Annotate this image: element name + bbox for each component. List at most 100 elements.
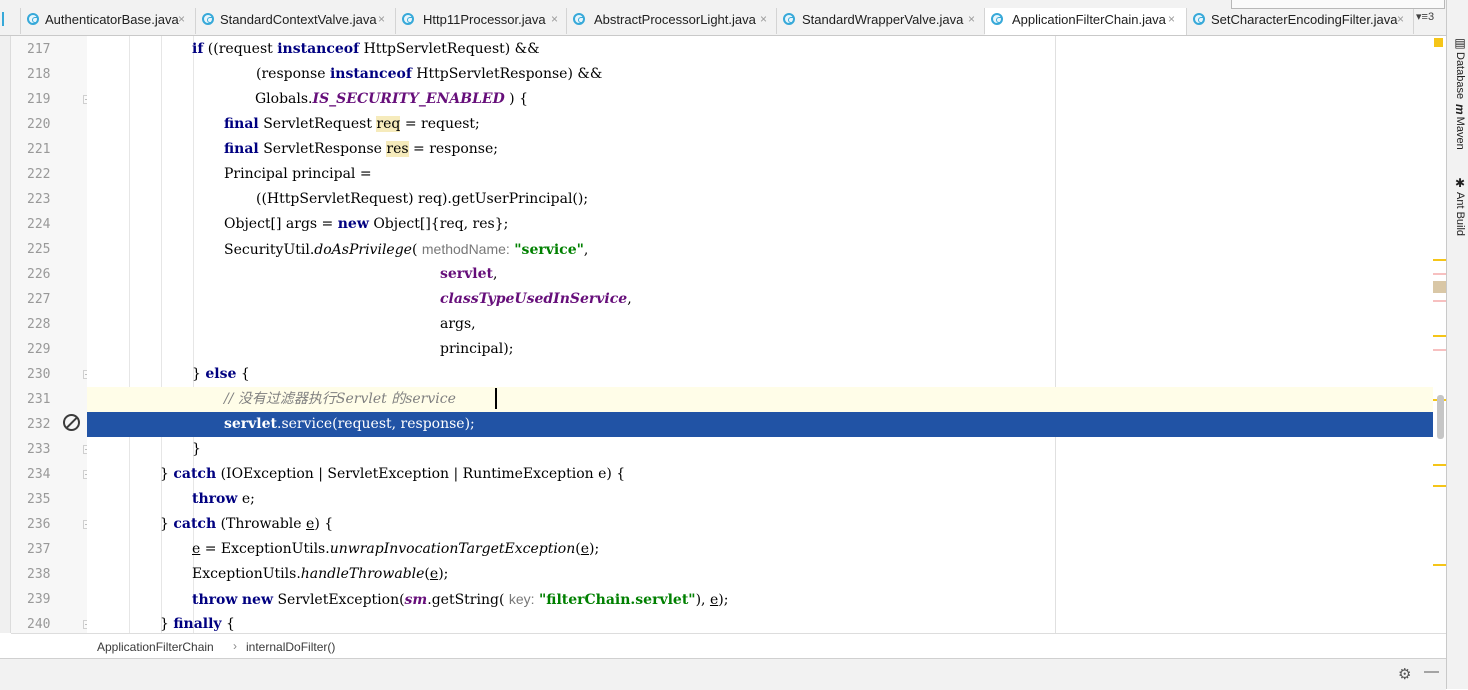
disabled-breakpoint-icon[interactable]: [63, 414, 80, 431]
code-line-237: e = ExceptionUtils.unwrapInvocationTarge…: [87, 537, 1433, 562]
usage-marker[interactable]: [1433, 349, 1446, 351]
code-text: ),: [695, 592, 710, 608]
breadcrumb-class[interactable]: ApplicationFilterChain: [97, 640, 214, 654]
comment: // 没有过滤器执行Servlet 的service: [224, 391, 456, 407]
code-line-224: Object[] args = new Object[]{req, res};: [87, 212, 1433, 237]
close-icon[interactable]: ×: [1397, 12, 1404, 26]
field-ref: servlet: [440, 266, 493, 282]
keyword: instanceof: [329, 66, 412, 82]
line-number: 222: [27, 167, 51, 182]
keyword: catch: [173, 516, 217, 532]
parameter-hint: methodName:: [421, 241, 510, 257]
code-editor[interactable]: if ((request instanceof HttpServletReque…: [87, 36, 1433, 633]
java-class-icon: [27, 13, 39, 25]
code-text: }: [160, 466, 174, 482]
warning-marker[interactable]: [1433, 259, 1446, 261]
code-text: .service(request, response);: [277, 416, 475, 432]
maven-tool-button[interactable]: mMaven: [1449, 104, 1467, 150]
code-text: ) {: [314, 516, 334, 532]
keyword: final: [224, 141, 259, 157]
line-number: 233: [27, 442, 51, 457]
java-class-icon: [202, 13, 214, 25]
tab-setcharacterencodingfilter[interactable]: SetCharacterEncodingFilter.java ×: [1187, 8, 1414, 34]
tab-label: AbstractProcessorLight.java: [594, 12, 756, 27]
scrollbar-thumb[interactable]: [1437, 395, 1444, 439]
usage-marker[interactable]: [1433, 281, 1446, 293]
highlighted-usage: res: [386, 141, 409, 157]
keyword: finally: [173, 616, 222, 632]
code-text: ExceptionUtils.: [192, 566, 301, 582]
usage-marker[interactable]: [1433, 273, 1446, 275]
code-text: ((HttpServletRequest) req).getUserPrinci…: [256, 191, 589, 207]
highlighted-usage: req: [376, 116, 401, 132]
code-line-230: } else {: [87, 362, 1433, 387]
line-number: 229: [27, 342, 51, 357]
code-text: }: [160, 616, 174, 632]
close-icon[interactable]: ×: [378, 12, 385, 26]
tool-window-bar: ⚙ —: [0, 658, 1446, 690]
close-icon[interactable]: ×: [1168, 12, 1175, 26]
line-number: 217: [27, 42, 51, 57]
database-icon: ▤: [1453, 36, 1467, 50]
line-number: 228: [27, 317, 51, 332]
code-text: ServletResponse: [258, 141, 387, 157]
code-text: (Throwable: [216, 516, 307, 532]
code-text: Globals.: [255, 91, 313, 107]
gear-icon[interactable]: ⚙: [1398, 665, 1411, 683]
tab-authenticatorbase[interactable]: AuthenticatorBase.java ×: [21, 8, 196, 34]
code-line-220: final ServletRequest req = request;: [87, 112, 1433, 137]
usage-marker[interactable]: [1433, 300, 1446, 302]
close-icon[interactable]: ×: [968, 12, 975, 26]
keyword: if: [192, 41, 204, 57]
parameter-hint: key:: [508, 591, 535, 607]
code-line-229: principal);: [87, 337, 1433, 362]
warning-marker[interactable]: [1433, 564, 1446, 566]
code-text: SecurityUtil.: [224, 242, 315, 258]
code-text: principal);: [440, 341, 514, 357]
line-number: 230: [27, 367, 51, 382]
ant-build-tool-button[interactable]: ✱ Ant Build: [1449, 176, 1467, 236]
code-text: }: [192, 441, 201, 457]
line-number: 235: [27, 492, 51, 507]
tab-standardwrappervalve[interactable]: StandardWrapperValve.java ×: [777, 8, 985, 34]
close-icon[interactable]: ×: [760, 12, 767, 26]
keyword: new: [241, 592, 274, 608]
database-tool-button[interactable]: ▤ Database: [1449, 36, 1467, 99]
code-text: Object[]{req, res};: [368, 216, 509, 232]
tab-overflow-icon[interactable]: ▾≡3: [1416, 10, 1434, 23]
warning-marker[interactable]: [1433, 335, 1446, 337]
code-text: ServletException(: [273, 592, 405, 608]
breadcrumb-method[interactable]: internalDoFilter(): [246, 640, 335, 654]
close-icon[interactable]: ×: [178, 12, 185, 26]
code-text: (: [411, 242, 422, 258]
code-text: = ExceptionUtils.: [200, 541, 330, 557]
code-text: = request;: [400, 116, 480, 132]
tab-label: SetCharacterEncodingFilter.java: [1211, 12, 1398, 27]
tab-http11processor[interactable]: Http11Processor.java ×: [396, 8, 567, 34]
search-popup-edge: [1231, 0, 1445, 9]
code-text: ,: [583, 242, 589, 258]
tab-partial[interactable]: [0, 8, 21, 34]
code-text: {: [221, 616, 235, 632]
line-number: 234: [27, 467, 51, 482]
left-tool-strip: [0, 36, 11, 633]
line-number-gutter[interactable]: 217 218 219 220 221 222 223 224 225 226 …: [11, 36, 92, 633]
warning-marker[interactable]: [1433, 485, 1446, 487]
code-line-227: classTypeUsedInService,: [87, 287, 1433, 312]
tab-applicationfilterchain[interactable]: ApplicationFilterChain.java ×: [985, 8, 1187, 35]
error-stripe[interactable]: [1433, 36, 1446, 633]
tab-standardcontextvalve[interactable]: StandardContextValve.java ×: [196, 8, 396, 34]
code-line-234: } catch (IOException | ServletException …: [87, 462, 1433, 487]
minimize-icon[interactable]: —: [1424, 663, 1439, 680]
close-icon[interactable]: ×: [551, 12, 558, 26]
code-text: ,: [627, 291, 632, 307]
reassigned-variable: e: [580, 541, 590, 557]
line-number: 238: [27, 567, 51, 582]
warning-marker[interactable]: [1433, 464, 1446, 466]
text-caret: [495, 388, 497, 409]
method-call: doAsPrivilege: [314, 242, 412, 258]
code-line-225: SecurityUtil.doAsPrivilege( methodName: …: [87, 237, 1433, 262]
inspection-status-icon[interactable]: [1434, 38, 1443, 47]
right-tool-strip: ▤ Database mMaven ✱ Ant Build: [1446, 0, 1468, 689]
tab-abstractprocessorlight[interactable]: AbstractProcessorLight.java ×: [567, 8, 777, 34]
